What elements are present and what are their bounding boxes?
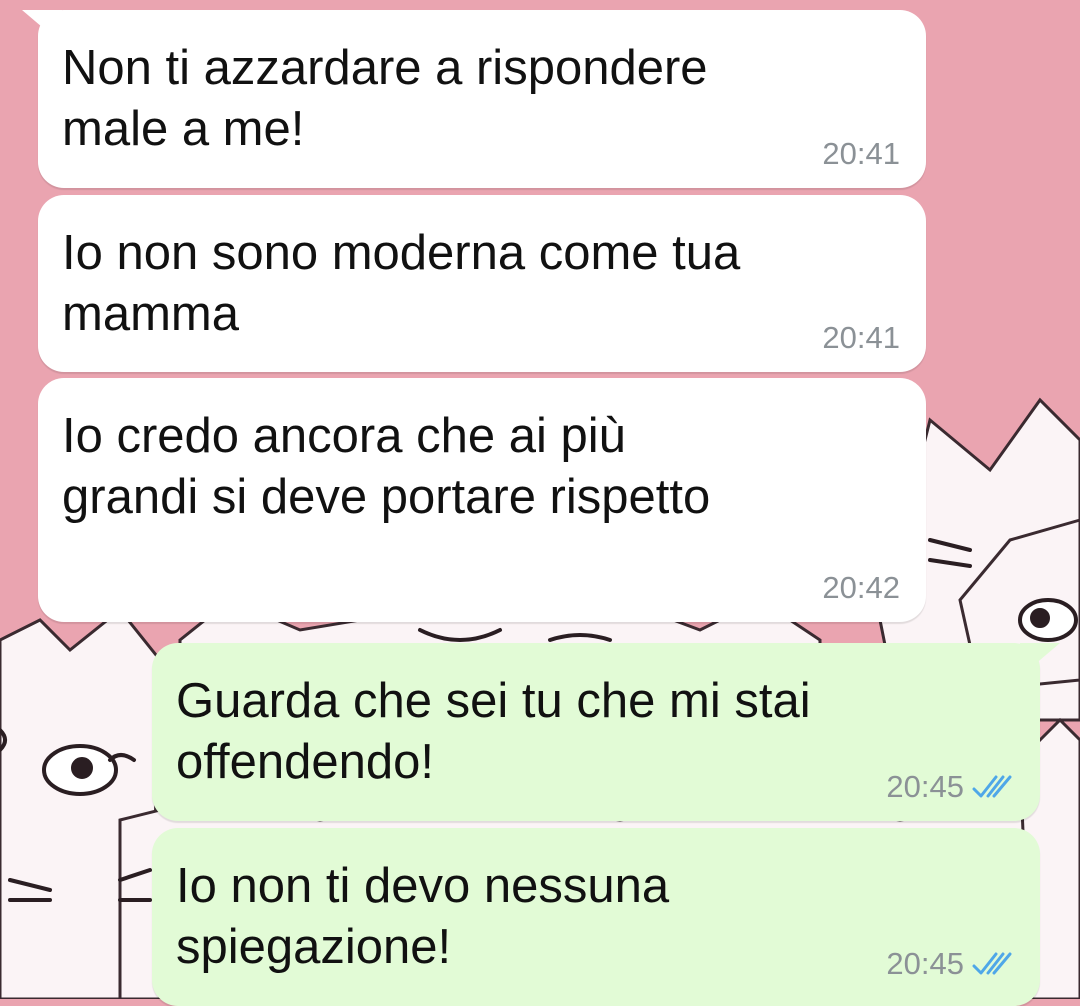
message-text: Io non sono moderna come tua mamma [62,226,741,341]
message-bubble-incoming[interactable]: Io credo ancora che ai più grandi si dev… [38,378,926,622]
double-check-read-icon [972,952,1012,975]
message-text: Io credo ancora che ai più grandi si dev… [62,409,711,524]
message-meta: 20:45 [886,769,1014,805]
message-text: Non ti azzardare a rispondere male a me! [62,41,708,156]
message-meta: 20:42 [822,570,900,606]
message-time: 20:41 [822,136,900,171]
message-time: 20:42 [822,570,900,605]
message-time: 20:41 [822,320,900,355]
message-bubble-incoming[interactable]: Non ti azzardare a rispondere male a me!… [38,10,926,188]
bubble-tail-icon [1020,643,1060,677]
message-time: 20:45 [886,769,964,804]
message-bubble-outgoing[interactable]: Guarda che sei tu che mi stai offendendo… [152,643,1040,821]
message-bubble-outgoing[interactable]: Io non ti devo nessuna spiegazione! 20:4… [152,828,1040,1006]
double-check-read-icon [972,775,1012,798]
message-time: 20:45 [886,946,964,981]
bubble-tail-icon [22,10,62,44]
message-meta: 20:41 [822,320,900,356]
message-meta: 20:45 [886,946,1014,982]
message-meta: 20:41 [822,136,900,172]
message-bubble-incoming[interactable]: Io non sono moderna come tua mamma 20:41 [38,195,926,372]
